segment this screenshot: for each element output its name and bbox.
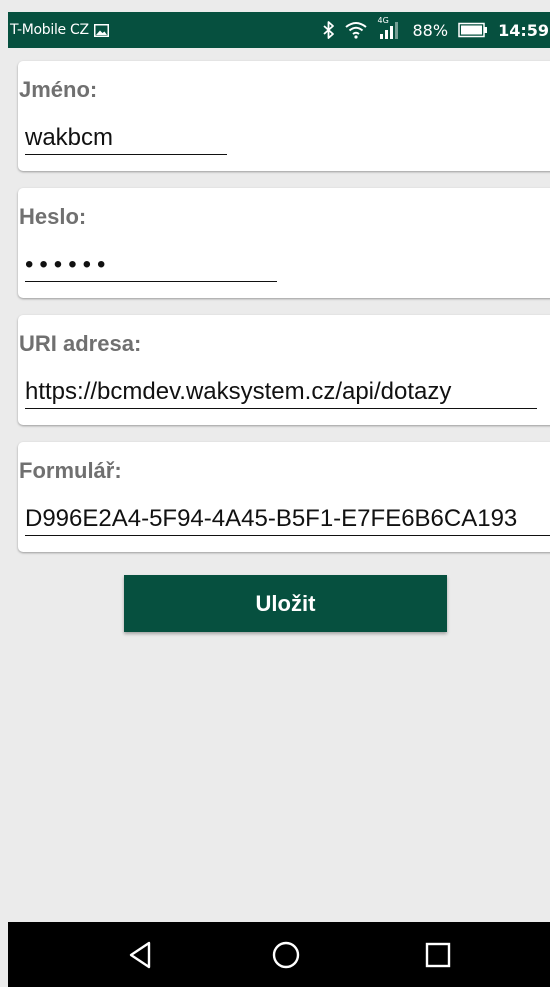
form-id-field[interactable]: D996E2A4-5F94-4A45-B5F1-E7FE6B6CA193 (25, 503, 550, 536)
battery-percent: 88% (412, 20, 449, 40)
uri-field[interactable]: https://bcmdev.waksystem.cz/api/dotazy (25, 376, 537, 409)
recents-icon (425, 942, 451, 967)
uri-label: URI adresa: (19, 331, 142, 356)
image-icon (93, 23, 109, 37)
clock: 14:59 (498, 20, 549, 40)
back-button[interactable] (105, 922, 175, 987)
bluetooth-icon (322, 21, 334, 39)
home-button[interactable] (251, 922, 321, 987)
recents-button[interactable] (403, 922, 473, 987)
navigation-bar (8, 922, 550, 987)
carrier-name: T-Mobile CZ (10, 22, 89, 38)
back-icon (129, 941, 151, 968)
home-icon (272, 941, 300, 968)
form-id-card: Formulář: D996E2A4-5F94-4A45-B5F1-E7FE6B… (18, 442, 550, 552)
username-field[interactable]: wakbcm (25, 122, 227, 155)
password-field[interactable]: •••••• (25, 249, 277, 282)
status-bar: T-Mobile CZ 4G 88% 14:59 (8, 12, 550, 48)
username-card: Jméno: wakbcm (18, 61, 550, 171)
status-indicators: 4G 88% 14:59 (322, 16, 550, 41)
form-id-label: Formulář: (19, 458, 122, 483)
wifi-icon (344, 22, 367, 39)
password-card: Heslo: •••••• (18, 188, 550, 298)
password-label: Heslo: (19, 204, 87, 229)
username-label: Jméno: (19, 77, 98, 102)
save-button[interactable]: Uložit (124, 575, 447, 632)
signal-icon: 4G (377, 16, 403, 41)
battery-icon (458, 22, 488, 38)
uri-card: URI adresa: https://bcmdev.waksystem.cz/… (18, 315, 550, 425)
